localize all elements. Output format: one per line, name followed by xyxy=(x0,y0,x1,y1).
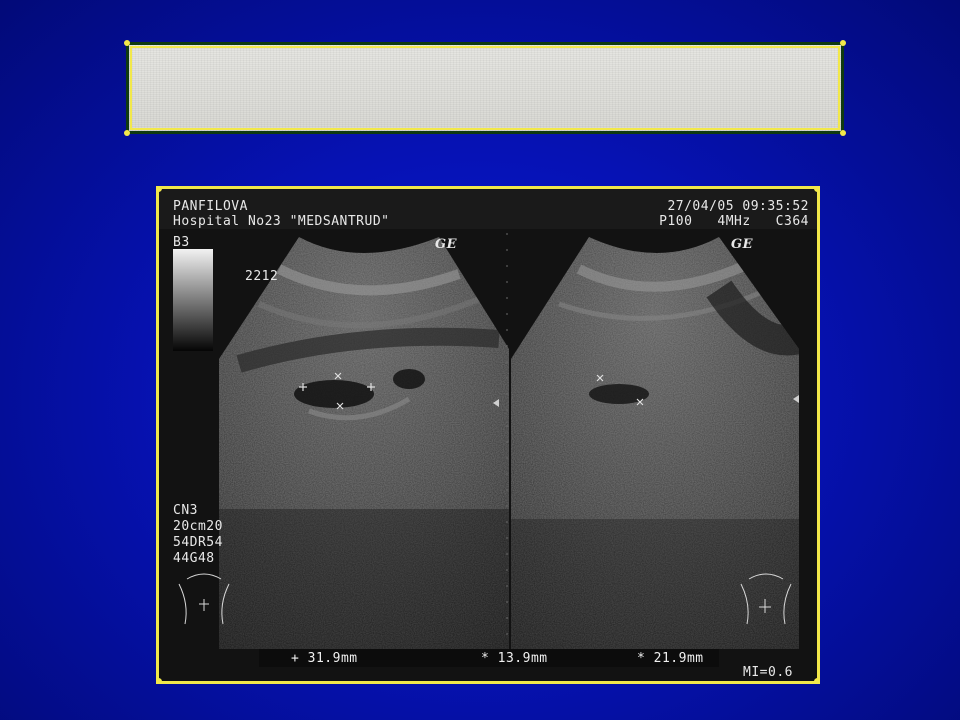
banner-corner xyxy=(840,130,846,136)
measurement-2-value: 13.9mm xyxy=(497,651,548,666)
measurement-3-value: 21.9mm xyxy=(653,651,704,666)
caliper-plus-icon: + xyxy=(291,651,308,666)
measurement-1: + 31.9mm xyxy=(291,651,358,666)
caliper-star-icon: * xyxy=(637,651,654,666)
date-time: 27/04/05 09:35:52 xyxy=(667,199,809,214)
caliper-x-icon: * xyxy=(481,651,498,666)
depth-marker: 2212 xyxy=(245,269,279,284)
banner-corner xyxy=(124,130,130,136)
ultrasound-frame: PANFILOVA Hospital No23 "MEDSANTRUD" 27/… xyxy=(156,186,820,684)
measurement-3: * 21.9mm xyxy=(637,651,704,666)
brand-logo-left: GE xyxy=(435,237,458,252)
setting-gain: 44G48 xyxy=(173,551,215,566)
measurement-1-value: 31.9mm xyxy=(307,651,358,666)
setting-dr: 54DR54 xyxy=(173,535,223,550)
hospital-name: Hospital No23 "MEDSANTRUD" xyxy=(173,214,390,229)
frame-corner xyxy=(814,189,817,192)
measurement-2: * 13.9mm xyxy=(481,651,548,666)
setting-cn: CN3 xyxy=(173,503,198,518)
setting-depth: 20cm20 xyxy=(173,519,223,534)
banner-corner xyxy=(840,40,846,46)
probe-info: P100 4MHz C364 xyxy=(659,214,809,229)
mechanical-index: MI=0.6 xyxy=(743,665,793,680)
brand-logo-right: GE xyxy=(731,237,754,252)
preset-label: B3 xyxy=(173,235,190,250)
grayscale-bar xyxy=(173,249,213,351)
patient-name: PANFILOVA xyxy=(173,199,248,214)
title-banner xyxy=(124,40,846,136)
banner-corner xyxy=(124,40,130,46)
ultrasound-image xyxy=(159,189,817,681)
frame-corner xyxy=(814,678,817,681)
frame-corner xyxy=(159,678,162,681)
